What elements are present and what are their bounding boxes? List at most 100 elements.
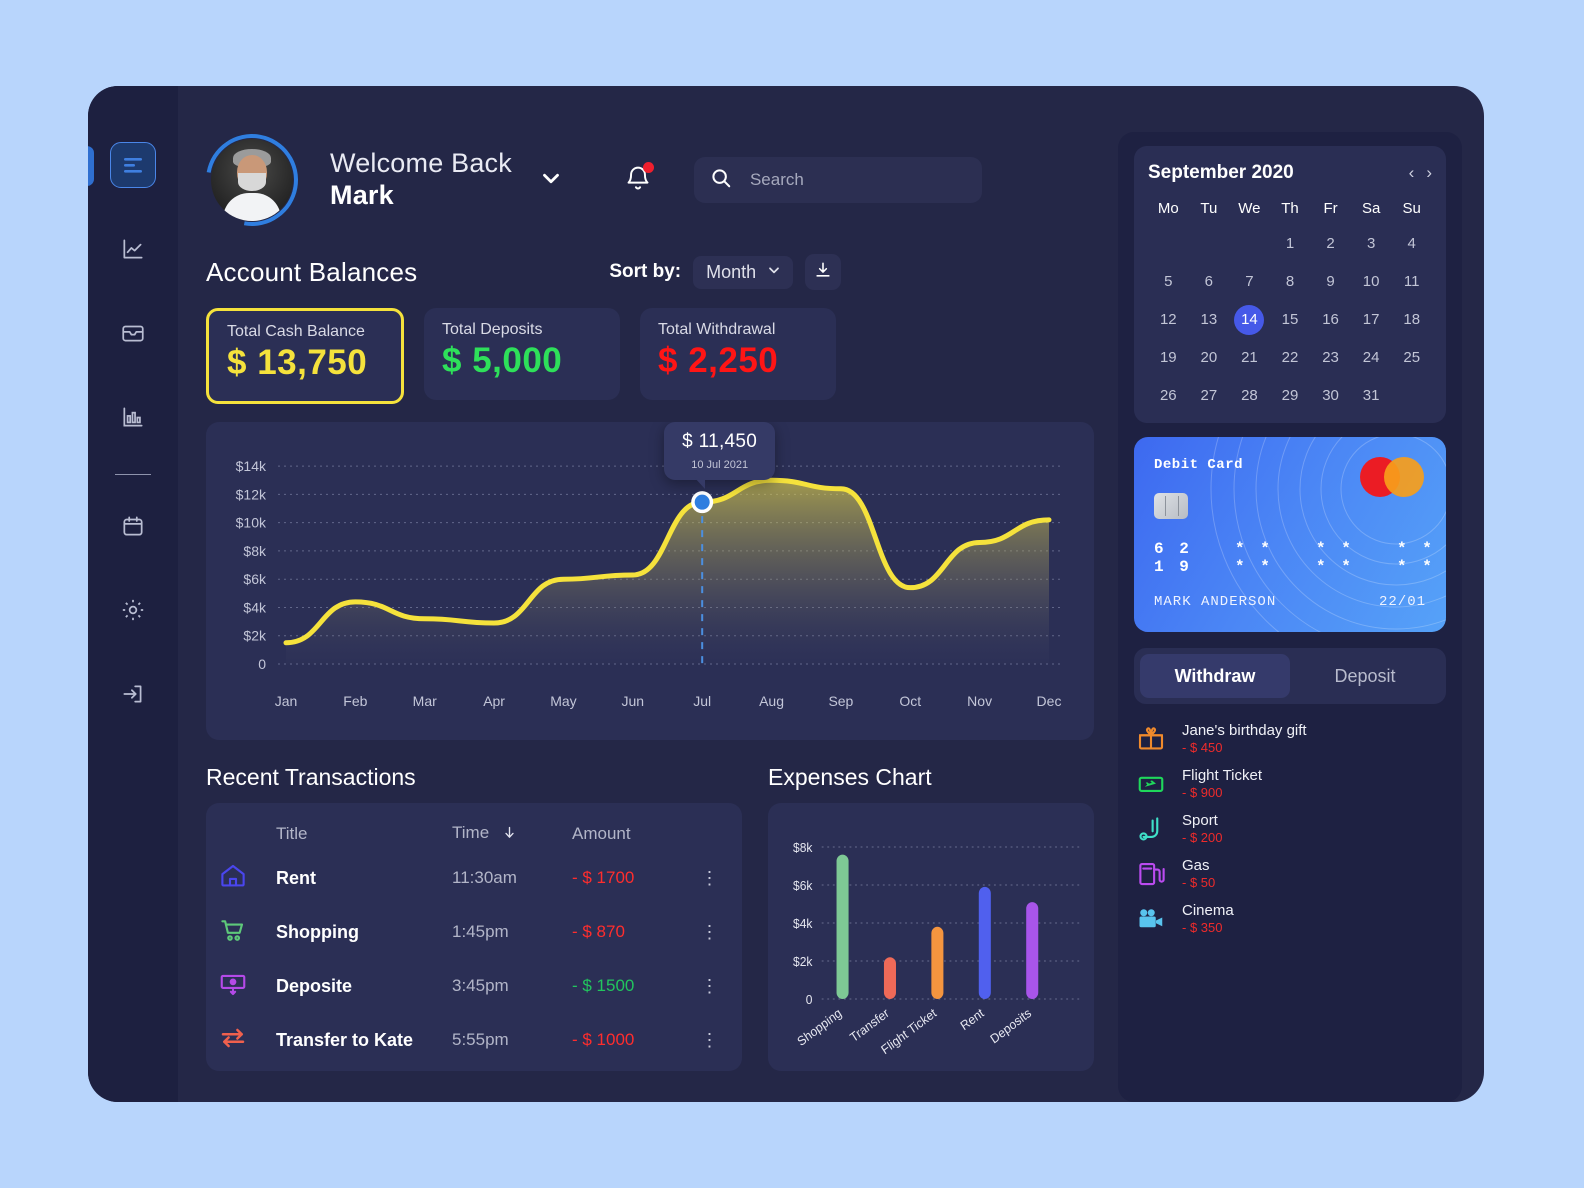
calendar-day[interactable]: 13 (1189, 305, 1230, 335)
avatar[interactable] (187, 115, 317, 245)
sidebar-item-wallet[interactable] (110, 310, 156, 356)
calendar-day[interactable]: 7 (1229, 267, 1270, 297)
calendar-day[interactable]: 22 (1270, 343, 1311, 373)
calendar-day[interactable]: 26 (1148, 381, 1189, 411)
expenses-bar-chart[interactable]: 0 $2k $4k $6k $8k Shopping Transfer Flight Tick… (768, 803, 1094, 1071)
sort-select[interactable]: Month (693, 255, 794, 289)
balance-card-deposits[interactable]: Total Deposits $ 5,000 (424, 308, 620, 400)
balance-line-chart[interactable]: 0 $2k $4k $6k $8k $10k $12k $14k Jan Feb Mar Apr May… (206, 422, 1094, 740)
bar[interactable] (836, 854, 849, 999)
page-title: Account Balances (206, 256, 418, 287)
row-menu-button[interactable]: ⋮ (690, 868, 730, 889)
row-menu-button[interactable]: ⋮ (690, 922, 730, 943)
transaction-title: Shopping (276, 921, 359, 942)
calendar-day[interactable]: 28 (1229, 381, 1270, 411)
balance-cards: Total Cash Balance $ 13,750 Total Deposi… (206, 308, 1094, 404)
calendar-day[interactable]: 29 (1270, 381, 1311, 411)
calendar-day[interactable]: 9 (1310, 267, 1351, 297)
list-item[interactable]: Cinema - $ 350 (1134, 902, 1446, 935)
list-item[interactable]: Gas - $ 50 (1134, 857, 1446, 890)
calendar-day[interactable]: 10 (1351, 267, 1392, 297)
list-item[interactable]: Jane's birthday gift - $ 450 (1134, 722, 1446, 755)
debit-card[interactable]: Debit Card 6 2 1 9 * * * * * * * * * * *… (1134, 437, 1446, 632)
calendar-month-title: September 2020 (1148, 162, 1294, 183)
calendar-day[interactable]: 15 (1270, 305, 1311, 335)
calendar-day[interactable]: 6 (1189, 267, 1230, 297)
calendar-day[interactable]: 17 (1351, 305, 1392, 335)
calendar-day[interactable]: 21 (1229, 343, 1270, 373)
calendar-day[interactable]: 31 (1351, 381, 1392, 411)
expense-details: Flight Ticket - $ 900 (1182, 767, 1262, 800)
table-row[interactable]: Transfer to Kate 5:55pm - $ 1000 ⋮ (218, 1013, 730, 1067)
calendar-day[interactable]: 19 (1148, 343, 1189, 373)
tab-withdraw[interactable]: Withdraw (1140, 654, 1290, 698)
cash-icon (218, 969, 276, 1004)
balance-card-label: Total Deposits (442, 321, 543, 338)
search-bar[interactable] (693, 157, 982, 203)
calendar-day[interactable]: 23 (1310, 343, 1351, 373)
balance-card-withdrawal[interactable]: Total Withdrawal $ 2,250 (640, 308, 836, 400)
calendar-day[interactable]: 5 (1148, 267, 1189, 297)
expense-name: Sport (1182, 812, 1218, 829)
calendar-day[interactable]: 30 (1310, 381, 1351, 411)
list-item[interactable]: Sport - $ 200 (1134, 812, 1446, 845)
sidebar-item-settings[interactable] (110, 587, 156, 633)
card-number-group: 6 2 1 9 (1154, 540, 1192, 576)
y-axis-tick: $10k (236, 515, 267, 531)
calendar-day[interactable]: 16 (1310, 305, 1351, 335)
calendar-day[interactable]: 27 (1189, 381, 1230, 411)
transaction-title: Transfer to Kate (276, 1029, 414, 1050)
table-row[interactable]: Shopping 1:45pm - $ 870 ⋮ (218, 905, 730, 959)
table-row[interactable]: Deposite 3:45pm - $ 1500 ⋮ (218, 959, 730, 1013)
tab-deposit[interactable]: Deposit (1290, 654, 1440, 698)
calendar-day[interactable]: 11 (1391, 267, 1432, 297)
center-column: Welcome Back Mark Search Account Balance… (178, 115, 1118, 1102)
row-menu-button[interactable]: ⋮ (690, 1030, 730, 1051)
balance-card-cash[interactable]: Total Cash Balance $ 13,750 (206, 308, 404, 404)
calendar-next-button[interactable]: › (1426, 163, 1432, 183)
sidebar-item-reports[interactable] (110, 394, 156, 440)
bar[interactable] (883, 957, 896, 999)
notifications-button[interactable] (624, 161, 654, 198)
calendar-day[interactable]: 2 (1310, 229, 1351, 259)
row-menu-button[interactable]: ⋮ (690, 976, 730, 997)
x-axis-tick: Shopping (795, 1006, 844, 1049)
calendar-day[interactable]: 24 (1351, 343, 1392, 373)
bar[interactable] (978, 886, 991, 999)
search-input[interactable] (749, 170, 966, 190)
calendar-prev-button[interactable]: ‹ (1409, 163, 1415, 183)
chart-tooltip: $ 11,450 10 Jul 2021 (664, 422, 776, 490)
profile-dropdown-button[interactable] (538, 165, 564, 196)
list-item[interactable]: Flight Ticket - $ 900 (1134, 767, 1446, 800)
gift-icon (1134, 724, 1168, 754)
menu-icon (121, 153, 145, 177)
sidebar-item-analytics[interactable] (110, 226, 156, 272)
transaction-time: 11:30am (452, 868, 517, 887)
sidebar-item-logout[interactable] (110, 671, 156, 717)
table-row[interactable]: Rent 11:30am - $ 1700 ⋮ (218, 851, 730, 905)
calendar-day-selected[interactable]: 14 (1234, 305, 1265, 335)
cart-icon (218, 915, 276, 950)
calendar-day[interactable]: 25 (1391, 343, 1432, 373)
bar[interactable] (1026, 902, 1039, 999)
balance-card-value: $ 13,750 (227, 343, 368, 382)
calendar-day[interactable]: 4 (1391, 229, 1432, 259)
column-header-time[interactable]: Time (452, 823, 572, 845)
calendar-dow: Th (1281, 200, 1299, 217)
download-button[interactable] (805, 254, 842, 290)
sidebar-item-calendar[interactable] (110, 503, 156, 549)
calendar-day[interactable]: 18 (1391, 305, 1432, 335)
calendar-day[interactable]: 12 (1148, 305, 1189, 335)
calendar-day[interactable]: 8 (1270, 267, 1311, 297)
card-number-group: * * * * (1235, 540, 1273, 576)
calendar-day[interactable]: 3 (1351, 229, 1392, 259)
bar[interactable] (931, 926, 944, 999)
expense-name: Cinema (1182, 902, 1234, 919)
welcome-block: Welcome Back Mark (330, 148, 512, 212)
transaction-time: 5:55pm (452, 1030, 509, 1049)
chart-marker[interactable] (694, 494, 710, 510)
x-axis-tick: Sep (828, 693, 853, 709)
calendar-day[interactable]: 20 (1189, 343, 1230, 373)
sidebar-item-dashboard[interactable] (88, 142, 156, 188)
calendar-day[interactable]: 1 (1270, 229, 1311, 259)
